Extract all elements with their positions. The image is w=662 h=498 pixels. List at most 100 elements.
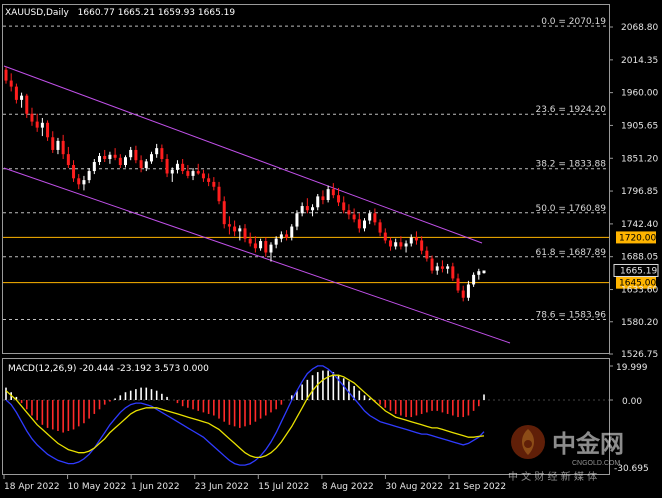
candle: [295, 210, 299, 231]
candle: [456, 273, 460, 293]
candle: [92, 158, 96, 175]
candle: [300, 202, 304, 217]
candle: [383, 228, 387, 244]
time-axis-label: 18 Apr 2022: [4, 482, 60, 492]
candle: [103, 149, 107, 163]
price-tick-label: 1633.60: [621, 286, 658, 296]
price-tick-label: 1796.85: [621, 187, 658, 197]
candle: [331, 183, 335, 199]
candle: [134, 145, 138, 164]
macd-tick-zero: 0.00: [622, 397, 642, 407]
time-axis-label: 21 Sep 2022: [449, 482, 506, 492]
price-tick-label: 1742.40: [621, 220, 658, 230]
fib-level-label: 23.6 = 1924.20: [535, 105, 606, 115]
candle: [170, 167, 174, 182]
candle: [181, 158, 185, 175]
candle: [82, 175, 86, 191]
macd-tick-top: 19.999: [616, 363, 648, 373]
candle: [373, 208, 377, 226]
price-tick-label: 1851.20: [621, 154, 658, 164]
fib-level-label: 61.8 = 1687.89: [535, 248, 606, 258]
candle: [155, 143, 159, 158]
candle: [72, 160, 76, 182]
candle: [118, 154, 122, 169]
candle: [472, 272, 476, 287]
candle: [409, 234, 413, 247]
macd-title: MACD(12,26,9) -20.444 -23.192 3.573 0.00…: [8, 364, 209, 374]
candle: [290, 224, 294, 241]
candle: [98, 152, 102, 166]
candle: [430, 255, 434, 274]
price-axis[interactable]: 2068.80 2014.35 1960.00 1905.65 1851.20 1796.…: [609, 23, 658, 360]
candle: [108, 151, 112, 164]
candle: [425, 246, 429, 262]
candle: [404, 240, 408, 253]
candle: [217, 181, 221, 205]
price-chart[interactable]: 0.0 = 2070.19 23.6 = 1924.20 38.2 = 1833.8…: [0, 0, 662, 494]
candle: [207, 173, 211, 187]
candle: [144, 158, 148, 172]
candle: [14, 83, 18, 104]
candle: [253, 236, 257, 253]
candle: [175, 160, 179, 174]
candle: [113, 148, 117, 161]
price-channel: [3, 65, 511, 344]
candle: [326, 185, 330, 203]
candle: [451, 262, 455, 281]
candle: [316, 193, 320, 211]
candle: [305, 198, 309, 214]
candle: [196, 163, 200, 175]
last-price-label: 1665.19: [620, 266, 657, 276]
candle: [30, 107, 34, 126]
candles: [4, 67, 486, 302]
candle: [201, 169, 205, 182]
candle: [264, 237, 268, 257]
candle: [248, 232, 252, 247]
candle: [87, 168, 91, 184]
candle: [352, 208, 356, 223]
candle: [129, 146, 133, 161]
level-price-tag-label: 1720.00: [619, 233, 656, 243]
candle: [342, 196, 346, 214]
candle: [259, 238, 263, 251]
candle: [399, 236, 403, 250]
candle: [51, 131, 55, 153]
candle: [243, 224, 247, 243]
candle: [440, 260, 444, 273]
candle: [466, 280, 470, 301]
candle: [477, 268, 481, 280]
candle: [321, 190, 325, 205]
candle: [414, 231, 418, 245]
fib-level-label: 78.6 = 1583.96: [535, 310, 606, 320]
fib-level-label: 0.0 = 2070.19: [541, 17, 606, 27]
candle: [274, 236, 278, 249]
candle: [378, 219, 382, 237]
candle: [435, 262, 439, 275]
candle: [46, 120, 50, 141]
main-panel-frame: [2, 4, 610, 354]
candle: [56, 137, 60, 155]
candle: [35, 113, 39, 132]
candle: [186, 165, 190, 179]
candle: [269, 242, 273, 262]
trading-terminal: 0.0 = 2070.19 23.6 = 1924.20 38.2 = 1833.8…: [0, 0, 662, 494]
candle: [139, 155, 143, 173]
channel-upper-line: [3, 65, 483, 244]
price-tick-label: 1905.65: [621, 121, 658, 131]
price-tick-label: 2014.35: [621, 56, 658, 66]
candle: [238, 225, 242, 241]
candle: [222, 196, 226, 229]
candle: [160, 144, 164, 163]
symbol-label: XAUUSD,Daily: [5, 8, 69, 18]
time-axis[interactable]: 18 Apr 2022 10 May 2022 1 Jun 2022 23 Jun 2…: [3, 475, 506, 492]
horizontal-levels: 1720.001645.001665.19: [3, 231, 659, 289]
candle: [420, 236, 424, 255]
candle: [227, 216, 231, 235]
fib-level-label: 38.2 = 1833.88: [535, 160, 606, 170]
candle: [61, 134, 65, 159]
candle: [394, 238, 398, 250]
candle: [4, 67, 8, 84]
price-tick-label: 2068.80: [621, 23, 658, 33]
channel-lower-line: [3, 167, 511, 344]
candle: [149, 151, 153, 164]
